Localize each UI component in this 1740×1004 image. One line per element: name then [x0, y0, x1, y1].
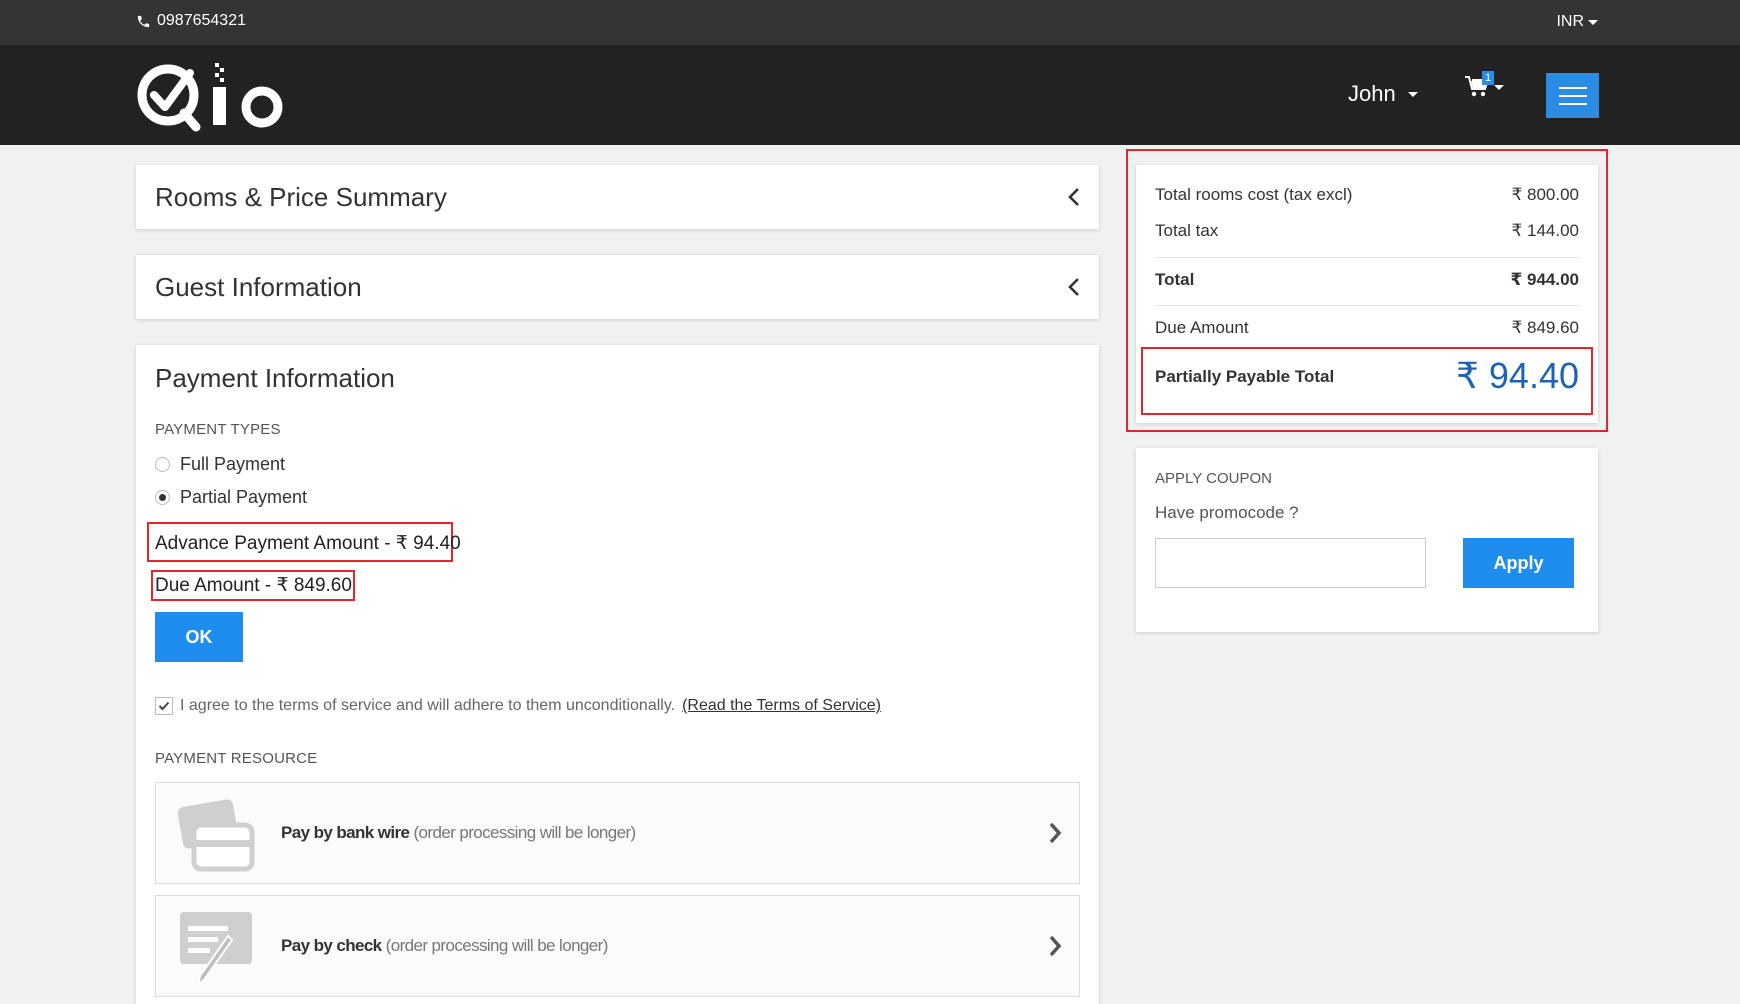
price-summary-card: Total rooms cost (tax excl) ₹ 800.00 Tot…	[1136, 165, 1598, 423]
pay-bank-wire-option[interactable]: Pay by bank wire (order processing will …	[155, 782, 1080, 884]
pay-bank-wire-note: (order processing will be longer)	[413, 823, 636, 842]
check-document-icon	[180, 912, 252, 987]
rooms-summary-title: Rooms & Price Summary	[155, 182, 447, 212]
menu-toggle-button[interactable]	[1546, 73, 1599, 118]
terms-checkbox[interactable]	[155, 697, 173, 715]
phone-contact: 0987654321	[136, 12, 246, 30]
payment-info-panel: Payment Information PAYMENT TYPES Full P…	[136, 345, 1099, 1004]
total-tax-row: Total tax ₹ 144.00	[1155, 221, 1579, 241]
pay-check-option[interactable]: Pay by check (order processing will be l…	[155, 895, 1080, 997]
chevron-left-icon	[1068, 278, 1079, 296]
payment-types-label: PAYMENT TYPES	[155, 421, 281, 438]
chevron-right-icon	[1049, 822, 1062, 844]
rooms-cost-label: Total rooms cost (tax excl)	[1155, 185, 1353, 204]
chevron-left-icon	[1068, 188, 1079, 206]
apply-coupon-button[interactable]: Apply	[1463, 538, 1574, 588]
total-label: Total	[1155, 270, 1195, 289]
payment-resource-label: PAYMENT RESOURCE	[155, 750, 318, 767]
promocode-question: Have promocode ?	[1155, 503, 1299, 522]
apply-coupon-card: APPLY COUPON Have promocode ? Apply	[1136, 448, 1598, 632]
rooms-cost-row: Total rooms cost (tax excl) ₹ 800.00	[1155, 185, 1579, 205]
total-row: Total ₹ 944.00	[1155, 270, 1579, 290]
apply-coupon-label: APPLY COUPON	[1155, 470, 1272, 487]
pay-check-note: (order processing will be longer)	[385, 936, 609, 955]
divider	[1155, 305, 1579, 306]
caret-down-icon	[1407, 91, 1418, 97]
total-value: ₹ 944.00	[1510, 270, 1579, 289]
guest-info-title: Guest Information	[155, 272, 362, 302]
hamburger-line	[1558, 102, 1587, 105]
top-bar: 0987654321 INR	[0, 0, 1740, 45]
cart-button[interactable]: 1	[1464, 71, 1504, 99]
pay-check-text: Pay by check (order processing will be l…	[281, 936, 608, 956]
pay-bank-wire-text: Pay by bank wire (order processing will …	[281, 823, 636, 843]
main-header: John 1	[0, 45, 1740, 145]
partial-payment-option[interactable]: Partial Payment	[155, 487, 307, 508]
pay-check-name: Pay by check	[281, 936, 382, 955]
currency-selector[interactable]: INR	[1556, 13, 1598, 31]
partial-payment-radio[interactable]	[155, 490, 170, 505]
payment-info-title: Payment Information	[155, 363, 395, 393]
promocode-input[interactable]	[1155, 538, 1426, 588]
partial-total-label: Partially Payable Total	[1155, 367, 1335, 386]
full-payment-label: Full Payment	[180, 454, 286, 474]
terms-text: I agree to the terms of service and will…	[180, 697, 676, 714]
rooms-cost-value: ₹ 800.00	[1511, 185, 1579, 204]
due-amount: Due Amount - ₹ 849.60	[155, 575, 352, 596]
terms-link[interactable]: (Read the Terms of Service)	[682, 697, 881, 715]
total-tax-value: ₹ 144.00	[1511, 221, 1579, 240]
divider	[1155, 257, 1579, 258]
partial-total-value: ₹ 94.40	[1456, 355, 1579, 396]
user-name: John	[1348, 81, 1396, 106]
check-icon	[158, 701, 170, 711]
hamburger-line	[1558, 86, 1587, 89]
advance-payment-amount: Advance Payment Amount - ₹ 94.40	[155, 533, 461, 554]
caret-down-icon	[1588, 19, 1598, 25]
due-amount-label: Due Amount	[1155, 318, 1249, 337]
chevron-right-icon	[1049, 935, 1062, 957]
full-payment-radio[interactable]	[155, 457, 170, 472]
due-amount-row: Due Amount ₹ 849.60	[1155, 318, 1579, 338]
ok-button[interactable]: OK	[155, 612, 243, 662]
phone-number: 0987654321	[157, 12, 246, 29]
qlo-logo[interactable]	[134, 57, 294, 133]
full-payment-option[interactable]: Full Payment	[155, 454, 285, 475]
cart-count-badge: 1	[1482, 71, 1495, 85]
guest-info-panel[interactable]: Guest Information	[136, 255, 1099, 319]
partial-payment-label: Partial Payment	[180, 487, 308, 507]
hamburger-line	[1558, 94, 1587, 97]
currency-label: INR	[1556, 13, 1584, 30]
pay-bank-wire-name: Pay by bank wire	[281, 823, 410, 842]
bank-card-icon	[177, 799, 255, 872]
user-menu[interactable]: John	[1348, 81, 1418, 107]
caret-down-icon	[1494, 84, 1504, 90]
due-amount-value: ₹ 849.60	[1511, 318, 1579, 337]
total-tax-label: Total tax	[1155, 221, 1219, 240]
terms-agreement: I agree to the terms of service and will…	[155, 697, 881, 715]
rooms-summary-panel[interactable]: Rooms & Price Summary	[136, 165, 1099, 229]
phone-icon	[137, 15, 150, 27]
